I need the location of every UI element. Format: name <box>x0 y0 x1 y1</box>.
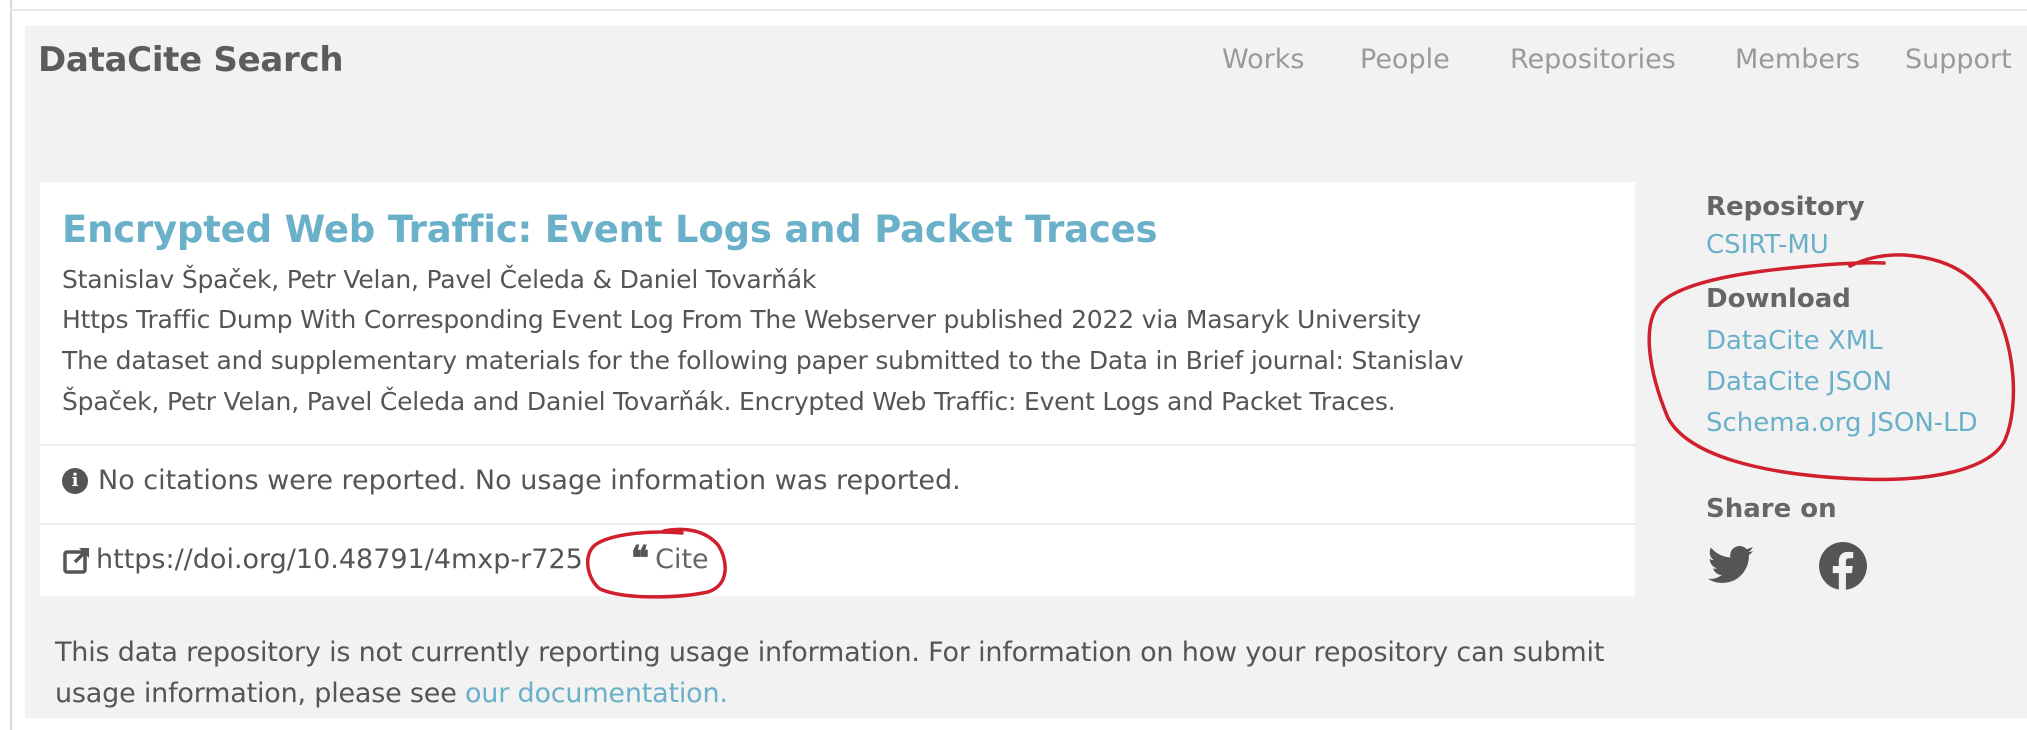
nav-people[interactable]: People <box>1360 44 1450 75</box>
quote-icon: ❝ <box>630 539 650 579</box>
documentation-link[interactable]: our documentation. <box>465 678 728 709</box>
repository-link[interactable]: CSIRT-MU <box>1706 230 1829 260</box>
cite-label: Cite <box>655 544 709 575</box>
brand-logo[interactable]: DataCite Search <box>38 40 344 80</box>
repository-heading: Repository <box>1706 192 1865 222</box>
doi-row: https://doi.org/10.48791/4mxp-r725 ❝ Cit… <box>62 539 709 579</box>
divider <box>40 444 1635 446</box>
facebook-icon[interactable] <box>1818 541 1868 591</box>
info-icon: i <box>62 467 88 494</box>
nav-works[interactable]: Works <box>1222 44 1304 75</box>
doi-link[interactable]: https://doi.org/10.48791/4mxp-r725 <box>96 544 583 575</box>
work-subtitle: Https Traffic Dump With Corresponding Ev… <box>62 305 1422 334</box>
nav-members[interactable]: Members <box>1735 44 1860 75</box>
download-schema-org-json-ld[interactable]: Schema.org JSON-LD <box>1706 408 1978 438</box>
citation-info: i No citations were reported. No usage i… <box>62 465 961 496</box>
citation-info-text: No citations were reported. No usage inf… <box>98 465 961 496</box>
usage-note-line-2: usage information, please see our docume… <box>55 673 1604 714</box>
usage-note-line-1: This data repository is not currently re… <box>55 637 1605 668</box>
external-link-icon <box>63 547 90 574</box>
share-heading: Share on <box>1706 494 1837 524</box>
twitter-icon[interactable] <box>1706 541 1756 591</box>
cite-button[interactable]: ❝ Cite <box>630 539 709 579</box>
divider <box>40 523 1635 525</box>
work-description-line-1: The dataset and supplementary materials … <box>62 346 1464 375</box>
nav-repositories[interactable]: Repositories <box>1510 44 1676 75</box>
work-title[interactable]: Encrypted Web Traffic: Event Logs and Pa… <box>62 208 1158 251</box>
work-authors: Stanislav Špaček, Petr Velan, Pavel Čele… <box>62 265 817 294</box>
download-datacite-xml[interactable]: DataCite XML <box>1706 326 1883 356</box>
usage-note: This data repository is not currently re… <box>55 632 1604 714</box>
work-card: Encrypted Web Traffic: Event Logs and Pa… <box>40 182 1635 596</box>
nav-support[interactable]: Support <box>1905 44 2012 75</box>
work-description-line-2: Špaček, Petr Velan, Pavel Čeleda and Dan… <box>62 387 1396 416</box>
download-heading: Download <box>1706 284 1851 314</box>
download-datacite-json[interactable]: DataCite JSON <box>1706 367 1892 397</box>
usage-note-text: usage information, please see <box>55 678 465 709</box>
top-border <box>10 9 2027 11</box>
